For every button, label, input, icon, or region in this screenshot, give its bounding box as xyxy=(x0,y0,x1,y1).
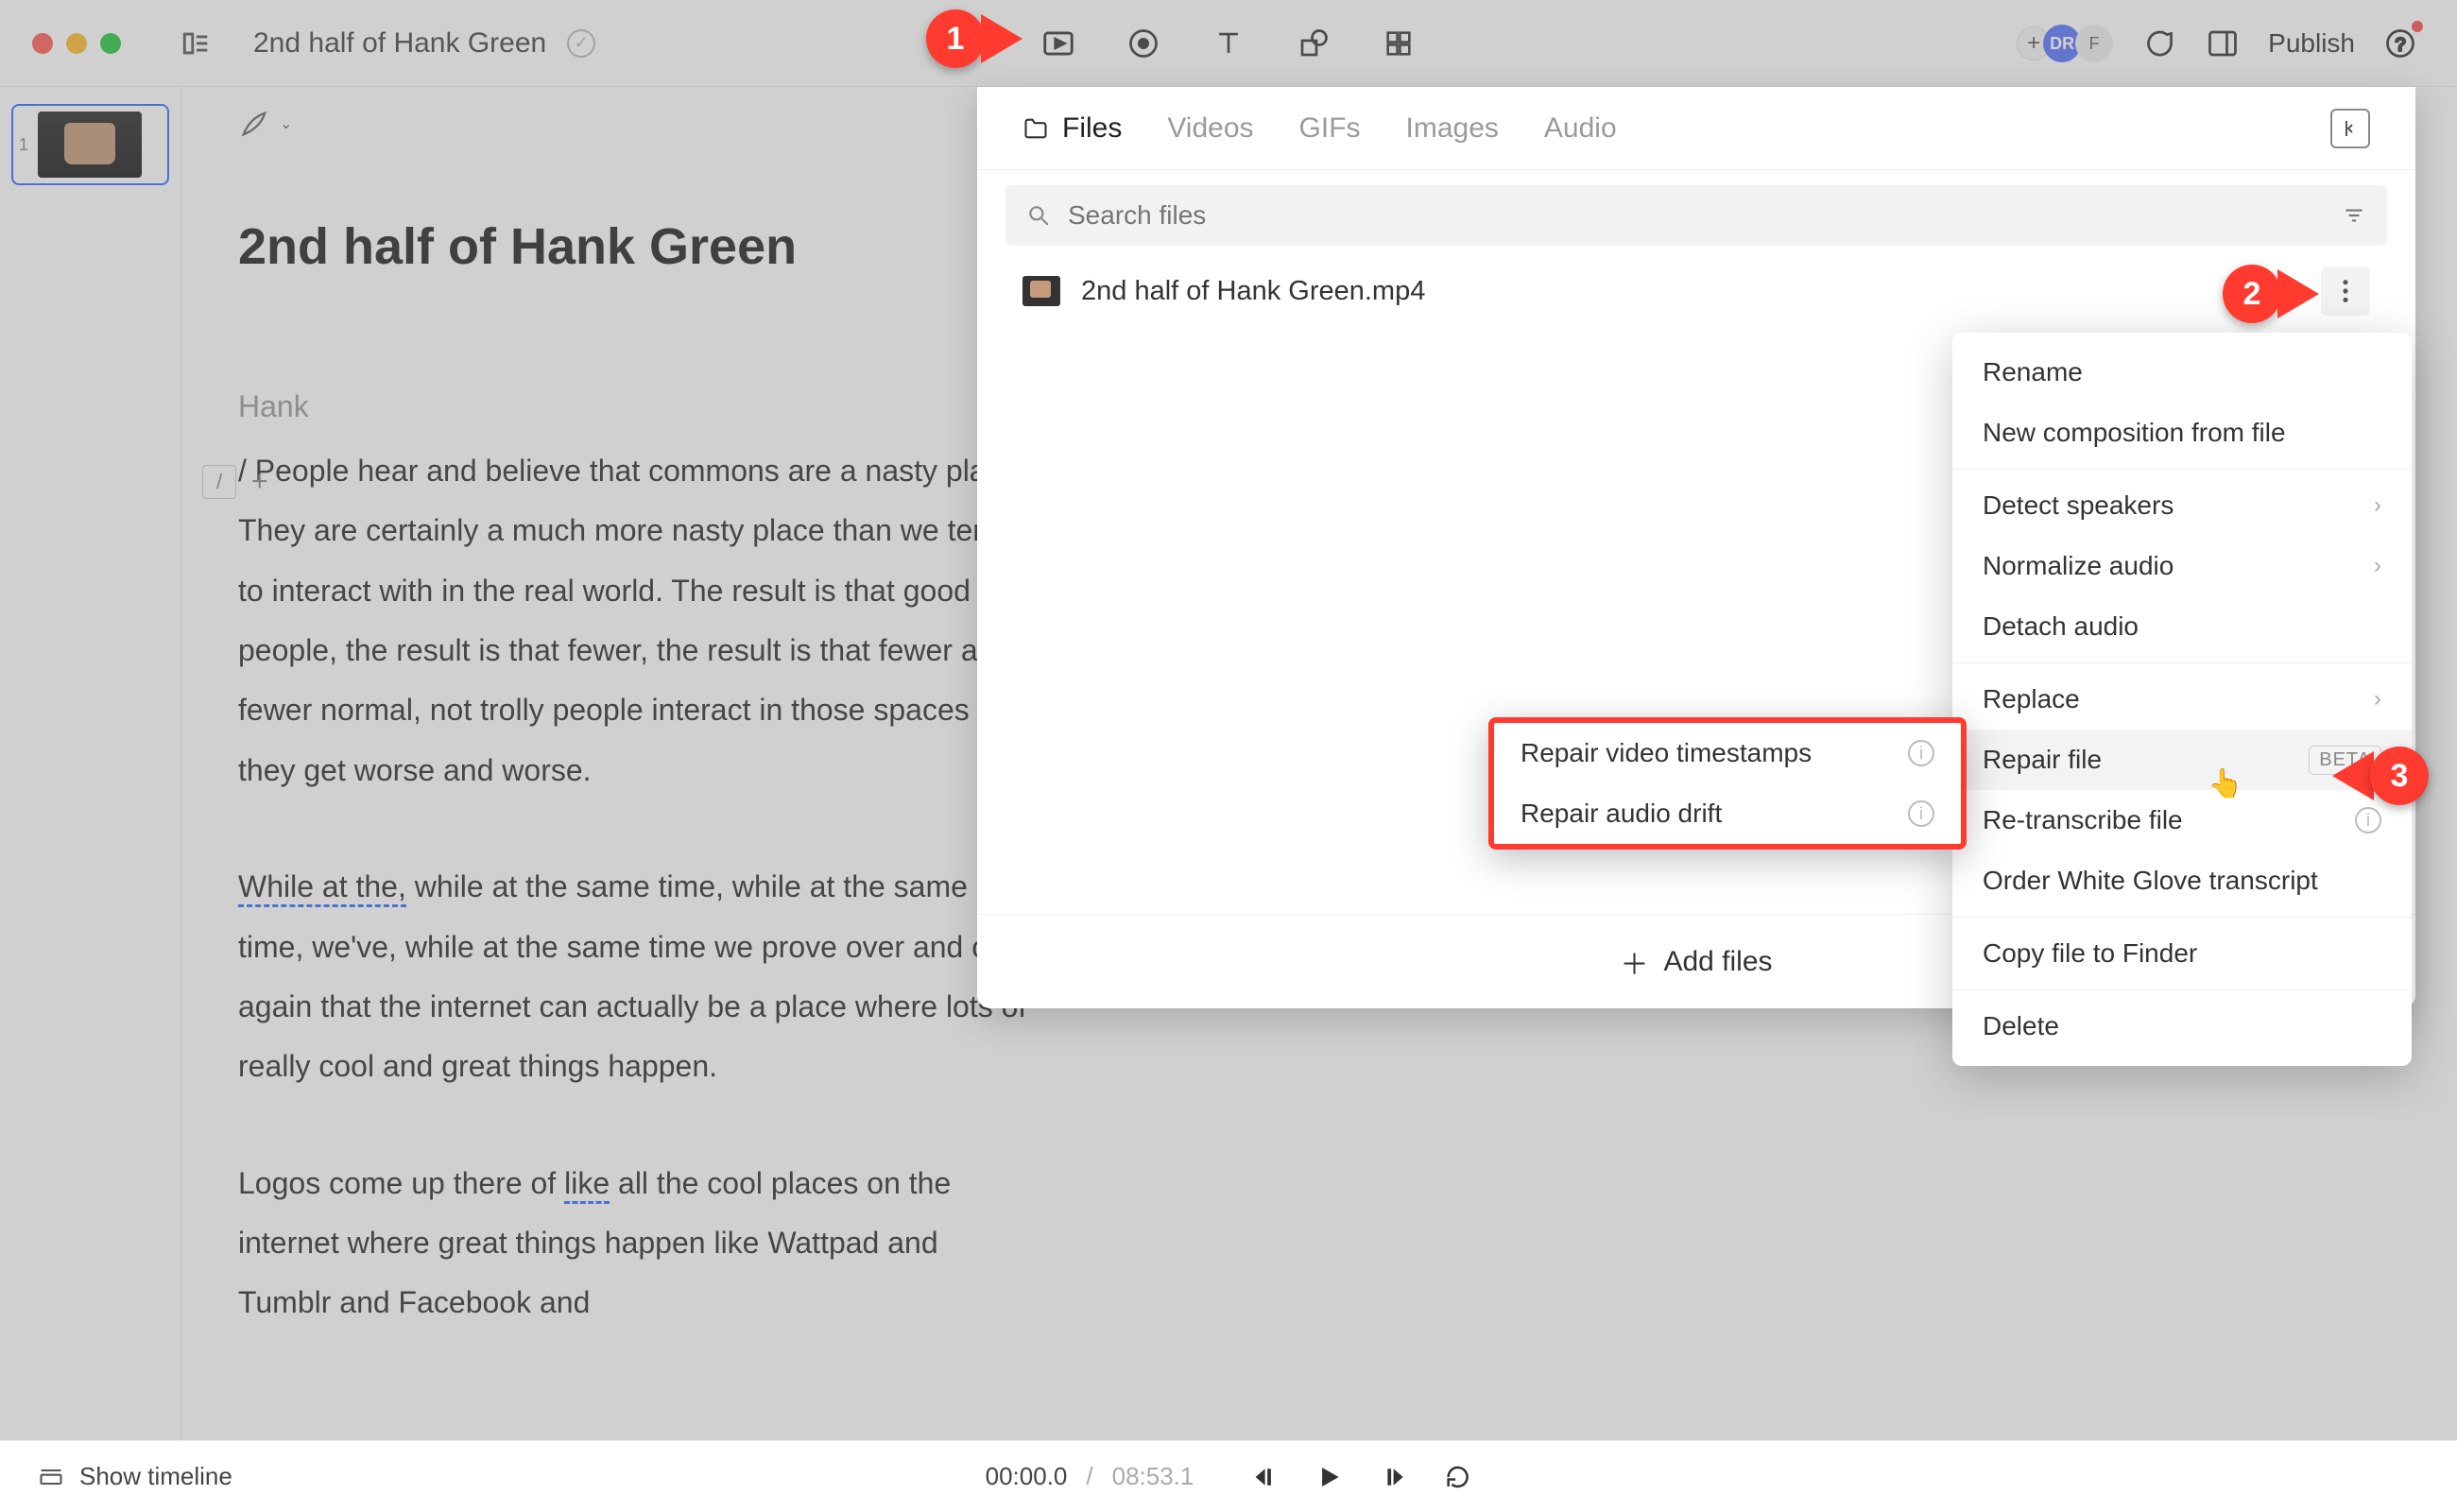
collapse-panel-icon[interactable] xyxy=(2330,109,2370,148)
step-marker-3: 3 xyxy=(2332,747,2429,805)
ctx-normalize-audio[interactable]: Normalize audio› xyxy=(1952,536,2412,596)
time-total: 08:53.1 xyxy=(1112,1462,1194,1491)
cursor-icon: 👆 xyxy=(2208,767,2242,800)
show-timeline-button[interactable]: Show timeline xyxy=(38,1462,232,1491)
ctx-delete[interactable]: Delete xyxy=(1952,996,2412,1057)
file-more-button[interactable] xyxy=(2321,266,2370,316)
step-marker-1: 1 xyxy=(926,9,1022,68)
ctx-copy-to-finder[interactable]: Copy file to Finder xyxy=(1952,923,2412,984)
tab-audio[interactable]: Audio xyxy=(1544,112,1617,145)
info-icon[interactable]: i xyxy=(1908,800,1934,827)
ctx-replace[interactable]: Replace› xyxy=(1952,669,2412,730)
file-context-menu: Rename New composition from file Detect … xyxy=(1952,333,2412,1066)
skip-forward-icon[interactable] xyxy=(1379,1463,1407,1491)
info-icon[interactable]: i xyxy=(2355,807,2381,833)
tab-images[interactable]: Images xyxy=(1406,112,1499,145)
file-row[interactable]: 2nd half of Hank Green.mp4 xyxy=(977,246,2415,336)
skip-back-icon[interactable] xyxy=(1250,1463,1279,1491)
tab-gifs[interactable]: GIFs xyxy=(1299,112,1361,145)
submenu-repair-audio-drift[interactable]: Repair audio drifti xyxy=(1494,783,1961,844)
submenu-repair-video-timestamps[interactable]: Repair video timestampsi xyxy=(1494,723,1961,783)
ctx-white-glove[interactable]: Order White Glove transcript xyxy=(1952,850,2412,911)
info-icon[interactable]: i xyxy=(1908,740,1934,766)
tab-files[interactable]: Files xyxy=(1022,112,1122,145)
more-vertical-icon xyxy=(2342,278,2349,304)
ctx-new-composition[interactable]: New composition from file xyxy=(1952,403,2412,463)
playbar: Show timeline 00:00.0 / 08:53.1 xyxy=(0,1440,2457,1512)
timeline-icon xyxy=(38,1464,64,1490)
file-thumbnail xyxy=(1022,276,1060,306)
separator xyxy=(1952,917,2412,918)
file-name: 2nd half of Hank Green.mp4 xyxy=(1081,276,1425,307)
separator xyxy=(1952,989,2412,990)
repair-submenu: Repair video timestampsi Repair audio dr… xyxy=(1488,717,1967,850)
step-marker-2: 2 xyxy=(2223,265,2319,323)
tab-videos[interactable]: Videos xyxy=(1167,112,1253,145)
filter-icon[interactable] xyxy=(2342,203,2366,228)
chevron-right-icon: › xyxy=(2374,553,2381,579)
timecode: 00:00.0 / 08:53.1 xyxy=(986,1462,1472,1491)
ctx-rename[interactable]: Rename xyxy=(1952,342,2412,403)
chevron-right-icon: › xyxy=(2374,492,2381,519)
play-icon[interactable] xyxy=(1314,1463,1343,1491)
time-current: 00:00.0 xyxy=(986,1462,1068,1491)
ctx-detect-speakers[interactable]: Detect speakers› xyxy=(1952,475,2412,536)
search-icon xyxy=(1026,203,1051,228)
separator xyxy=(1952,662,2412,663)
files-search[interactable] xyxy=(1005,185,2387,246)
loop-icon[interactable] xyxy=(1443,1463,1471,1491)
ctx-detach-audio[interactable]: Detach audio xyxy=(1952,596,2412,657)
plus-icon: ＋ xyxy=(1620,941,1648,983)
files-search-input[interactable] xyxy=(1068,200,2325,231)
chevron-right-icon: › xyxy=(2374,686,2381,713)
separator xyxy=(1952,469,2412,470)
